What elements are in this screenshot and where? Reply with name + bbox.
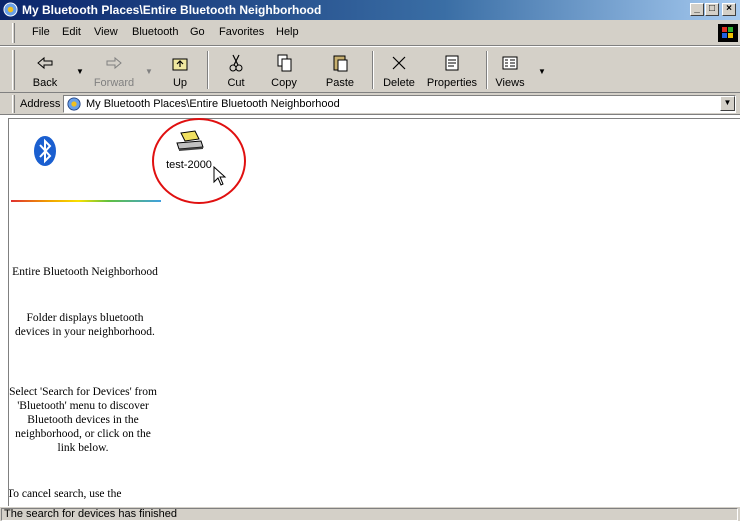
highlight-circle <box>152 118 246 204</box>
maximize-button[interactable]: □ <box>705 3 719 16</box>
paste-label: Paste <box>325 77 355 89</box>
menu-file[interactable]: File <box>32 26 50 38</box>
cut-button[interactable]: Cut <box>216 49 256 91</box>
toolbar-separator <box>486 51 488 89</box>
pane-cancel-hint: To cancel search, use the <box>8 488 122 500</box>
forward-arrow-icon <box>106 56 122 70</box>
pane-instructions: Select 'Search for Devices' from 'Blueto… <box>9 386 157 454</box>
cut-label: Cut <box>227 77 245 89</box>
copy-label: Copy <box>271 77 297 89</box>
address-input[interactable]: My Bluetooth Places\Entire Bluetooth Nei… <box>63 95 736 113</box>
status-bar: The search for devices has finished <box>0 506 740 521</box>
forward-button[interactable]: Forward <box>88 49 140 91</box>
status-field: The search for devices has finished <box>1 508 738 521</box>
menu-favorites[interactable]: Favorites <box>219 26 264 38</box>
back-label: Back <box>32 77 58 89</box>
views-dropdown-icon[interactable]: ▼ <box>538 67 546 76</box>
content-area[interactable]: Entire Bluetooth Neighborhood Folder dis… <box>8 118 740 506</box>
forward-label: Forward <box>93 77 135 89</box>
paste-button[interactable]: Paste <box>318 49 362 91</box>
views-button[interactable]: Views <box>492 49 528 91</box>
back-button[interactable]: Back <box>22 49 68 91</box>
toolbar: Back ▼ Forward ▼ Up Cut Copy Paste Delet… <box>0 47 740 93</box>
up-label: Up <box>172 77 188 89</box>
menu-bar: File Edit View Bluetooth Go Favorites He… <box>0 20 740 46</box>
up-button[interactable]: Up <box>160 49 200 91</box>
pane-description: Folder displays bluetooth devices in you… <box>15 312 155 338</box>
addressbar-grip[interactable] <box>12 95 15 113</box>
menu-bluetooth[interactable]: Bluetooth <box>132 26 178 38</box>
title-bar[interactable]: My Bluetooth Places\Entire Bluetooth Nei… <box>0 0 740 20</box>
menu-view[interactable]: View <box>94 26 118 38</box>
address-label: Address <box>20 98 61 110</box>
views-grid-icon <box>502 56 518 70</box>
pane-heading: Entire Bluetooth Neighborhood <box>12 266 158 278</box>
menu-help[interactable]: Help <box>276 26 299 38</box>
delete-button[interactable]: Delete <box>378 49 420 91</box>
toolbar-separator <box>372 51 374 89</box>
up-folder-icon <box>172 58 188 71</box>
properties-label: Properties <box>426 77 478 89</box>
window-title: My Bluetooth Places\Entire Bluetooth Nei… <box>22 3 322 17</box>
menubar-grip[interactable] <box>12 23 15 43</box>
clipboard-icon <box>333 55 348 72</box>
copy-icon <box>277 54 292 72</box>
back-arrow-icon <box>37 56 53 70</box>
menu-edit[interactable]: Edit <box>62 26 81 38</box>
properties-icon <box>445 55 459 71</box>
delete-x-icon <box>392 56 406 70</box>
address-bar: Address My Bluetooth Places\Entire Bluet… <box>0 93 740 115</box>
properties-button[interactable]: Properties <box>424 49 480 91</box>
mouse-cursor-icon <box>213 166 227 186</box>
toolbar-separator <box>207 51 209 89</box>
back-dropdown-icon[interactable]: ▼ <box>76 67 84 76</box>
minimize-button[interactable]: _ <box>690 3 704 16</box>
bluetooth-places-icon <box>3 2 18 17</box>
delete-label: Delete <box>383 77 415 89</box>
status-text: The search for devices has finished <box>4 508 178 520</box>
toolbar-grip[interactable] <box>12 50 15 90</box>
windows-logo-icon <box>718 24 738 42</box>
close-button[interactable]: × <box>722 3 736 16</box>
copy-button[interactable]: Copy <box>264 49 304 91</box>
menu-go[interactable]: Go <box>190 26 205 38</box>
bluetooth-places-icon <box>67 97 81 111</box>
scissors-icon <box>229 54 243 72</box>
views-label: Views <box>495 77 525 89</box>
forward-dropdown-icon[interactable]: ▼ <box>145 67 153 76</box>
bluetooth-icon <box>34 136 56 166</box>
address-dropdown-button[interactable]: ▼ <box>720 96 735 111</box>
decorative-divider <box>11 200 161 202</box>
address-value: My Bluetooth Places\Entire Bluetooth Nei… <box>86 98 340 110</box>
